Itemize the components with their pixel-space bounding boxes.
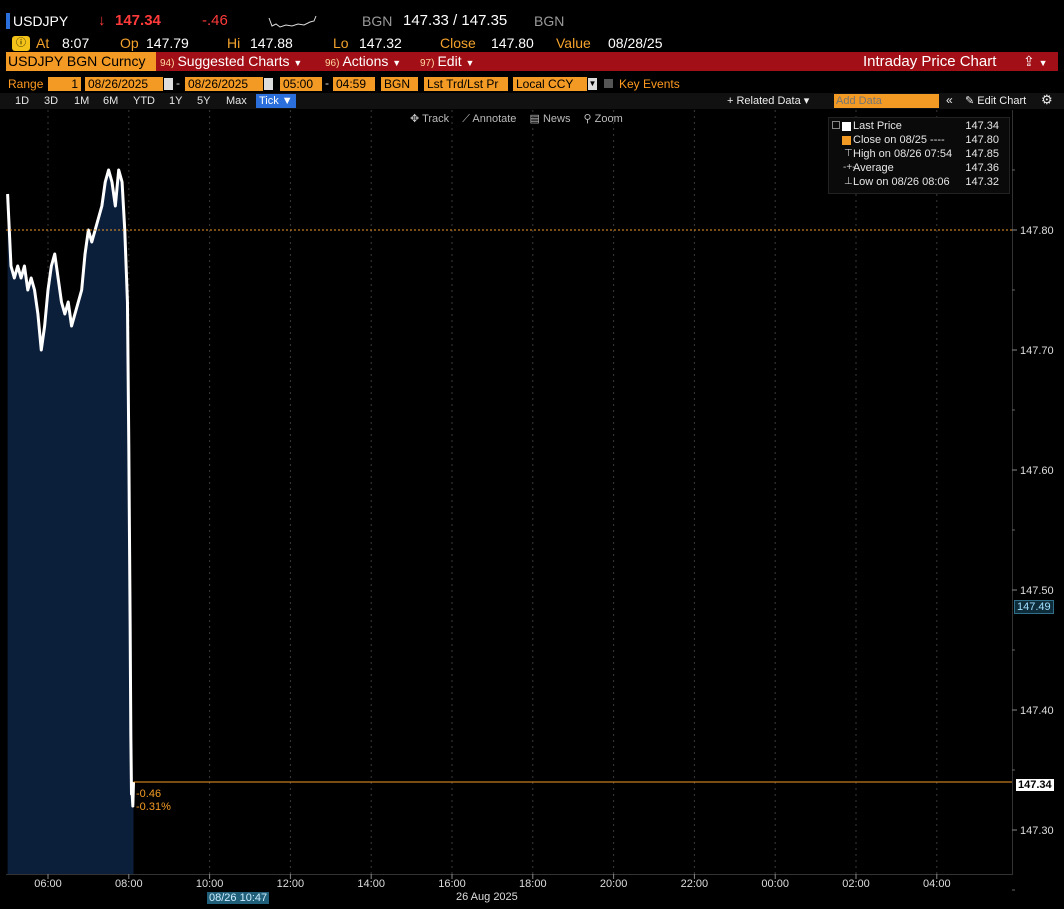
chart-legend: Last Price 147.34 Close on 08/25 ---- 147.… bbox=[828, 117, 1010, 194]
legend-value: 147.32 bbox=[965, 176, 999, 188]
y-tick-label: 147.80 bbox=[1020, 225, 1054, 237]
x-tick-label: 06:00 bbox=[34, 878, 62, 890]
timeframe-3d[interactable]: 3D bbox=[44, 95, 58, 107]
x-tick-label: 20:00 bbox=[600, 878, 628, 890]
close-swatch bbox=[842, 136, 851, 145]
legend-row: Last Price 147.34 bbox=[853, 120, 1003, 132]
x-tick-label: 12:00 bbox=[277, 878, 305, 890]
legend-label: Close on 08/25 ---- bbox=[853, 134, 945, 146]
x-tick-label: 10:00 bbox=[196, 878, 224, 890]
low-marker-icon: ⊥ bbox=[844, 176, 853, 187]
x-tick-label: 08:00 bbox=[115, 878, 143, 890]
y-tick-label: 147.60 bbox=[1020, 465, 1054, 477]
y-tick-label: 147.40 bbox=[1020, 705, 1054, 717]
legend-label: Low on 08/26 08:06 bbox=[853, 176, 950, 188]
crosshair-date-tag: 08/26 10:47 bbox=[207, 892, 270, 904]
x-tick-label: 22:00 bbox=[681, 878, 709, 890]
legend-label: High on 08/26 07:54 bbox=[853, 148, 953, 160]
last-price-swatch bbox=[842, 122, 851, 131]
timeframe-1m[interactable]: 1M bbox=[74, 95, 89, 107]
legend-row: High on 08/26 07:54 147.85 bbox=[853, 148, 1003, 160]
timeframe-ytd[interactable]: YTD bbox=[133, 95, 155, 107]
x-tick-label: 14:00 bbox=[357, 878, 385, 890]
legend-value: 147.85 bbox=[965, 148, 999, 160]
cursor-price-tag: 147.49 bbox=[1014, 600, 1054, 614]
x-tick-label: 18:00 bbox=[519, 878, 547, 890]
y-tick-label: 147.50 bbox=[1020, 585, 1054, 597]
timeframe-1y[interactable]: 1Y bbox=[169, 95, 182, 107]
x-tick-label: 04:00 bbox=[923, 878, 951, 890]
high-marker-icon: ⊤ bbox=[844, 148, 853, 159]
legend-value: 147.80 bbox=[965, 134, 999, 146]
legend-value: 147.36 bbox=[965, 162, 999, 174]
legend-row: Close on 08/25 ---- 147.80 bbox=[853, 134, 1003, 146]
legend-row: Average 147.36 bbox=[853, 162, 1003, 174]
y-tick-label: 147.70 bbox=[1020, 345, 1054, 357]
timeframe-max[interactable]: Max bbox=[226, 95, 247, 107]
x-tick-label: 02:00 bbox=[842, 878, 870, 890]
legend-row: Low on 08/26 08:06 147.32 bbox=[853, 176, 1003, 188]
date-label: 26 Aug 2025 bbox=[456, 891, 518, 903]
last-price-tag: 147.34 bbox=[1016, 779, 1054, 791]
change-abs: -0.46 bbox=[136, 788, 162, 800]
legend-label: Last Price bbox=[853, 120, 902, 132]
legend-label: Average bbox=[853, 162, 894, 174]
x-tick-label: 16:00 bbox=[438, 878, 466, 890]
change-pct: -0.31% bbox=[136, 801, 171, 813]
y-tick-label: 147.30 bbox=[1020, 825, 1054, 837]
x-tick-label: 00:00 bbox=[761, 878, 789, 890]
legend-value: 147.34 bbox=[965, 120, 999, 132]
timeframe-6m[interactable]: 6M bbox=[103, 95, 118, 107]
legend-collapse-icon[interactable] bbox=[832, 121, 840, 129]
timeframe-1d[interactable]: 1D bbox=[15, 95, 29, 107]
timeframe-5y[interactable]: 5Y bbox=[197, 95, 210, 107]
change-annotation: -0.46 -0.31% bbox=[136, 788, 171, 814]
